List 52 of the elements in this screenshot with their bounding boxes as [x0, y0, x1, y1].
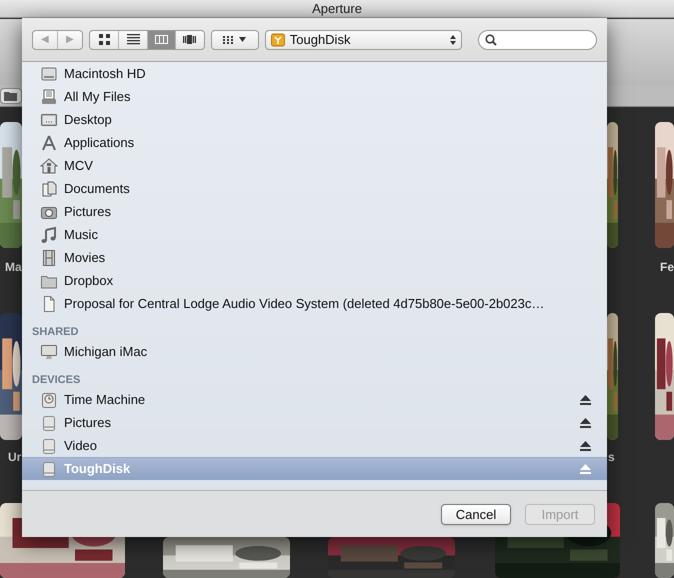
- caret-icon: [239, 37, 246, 42]
- window-title: Aperture: [312, 0, 362, 18]
- sidebar-item[interactable]: Macintosh HD: [22, 62, 607, 85]
- hard-drive-icon: [40, 64, 58, 82]
- cancel-button[interactable]: Cancel: [441, 504, 511, 524]
- grid-icon: [223, 36, 234, 44]
- eject-icon[interactable]: [580, 394, 591, 404]
- sidebar-item[interactable]: Applications: [22, 131, 607, 154]
- sidebar-item[interactable]: Time Machine: [22, 388, 607, 411]
- folder-icon: [4, 91, 18, 101]
- drive-icon: [40, 436, 58, 454]
- photo-caption: s: [608, 449, 615, 466]
- stepper-icon: [450, 34, 456, 44]
- drive-icon: [270, 32, 285, 46]
- documents-icon: [40, 180, 58, 198]
- sidebar-item[interactable]: Video: [22, 434, 607, 457]
- house-icon: [40, 156, 58, 174]
- sidebar-item[interactable]: Michigan iMac: [22, 340, 607, 363]
- files-icon: [40, 88, 58, 106]
- section-header: DEVICES: [31, 372, 82, 388]
- folder-button[interactable]: [0, 88, 22, 104]
- sidebar-item[interactable]: Pictures: [22, 411, 607, 434]
- sidebar-item[interactable]: Pictures: [22, 200, 607, 223]
- sidebar-item[interactable]: Music: [22, 223, 607, 246]
- search-field[interactable]: [478, 30, 597, 50]
- photo-caption: Fe: [660, 259, 674, 276]
- search-icon: [484, 34, 497, 46]
- eject-icon[interactable]: [580, 418, 591, 428]
- sidebar-item[interactable]: Documents: [22, 177, 607, 200]
- sidebar-item[interactable]: MCV: [22, 154, 607, 177]
- list-view-icon: [126, 33, 140, 46]
- photo-caption: Ur: [8, 449, 22, 466]
- clock-drive-icon: [40, 390, 58, 408]
- icon-view-icon: [98, 33, 111, 46]
- applications-icon: [40, 134, 58, 152]
- drive-icon: [40, 460, 58, 478]
- film-icon: [40, 248, 58, 266]
- location-popup[interactable]: ToughDisk: [264, 30, 462, 50]
- sidebar-item[interactable]: Proposal for Central Lodge Audio Video System (deleted 4d75b80e-5e00-2b023c…: [22, 292, 607, 315]
- drive-icon: [40, 414, 58, 432]
- section-header: SHARED: [31, 324, 80, 340]
- column-view-icon: [155, 33, 168, 46]
- sidebar-item[interactable]: Desktop: [22, 108, 607, 131]
- sidebar-item[interactable]: Dropbox: [22, 269, 607, 292]
- music-note-icon: [40, 226, 58, 244]
- eject-icon[interactable]: [580, 440, 591, 450]
- arrange-button[interactable]: [210, 30, 259, 50]
- sidebar-item[interactable]: All My Files: [22, 85, 607, 108]
- sidebar-item[interactable]: Movies: [22, 246, 607, 269]
- cover-flow-icon: [183, 33, 196, 46]
- monitor-icon: [40, 342, 58, 360]
- photo-caption: Ma: [5, 259, 22, 276]
